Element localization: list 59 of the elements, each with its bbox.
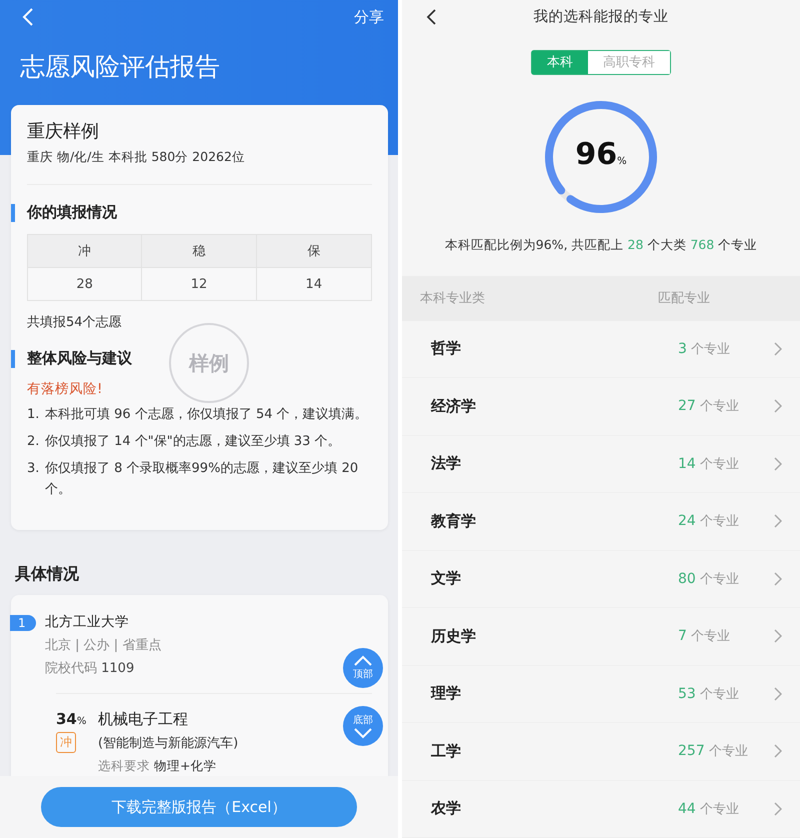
caret-down-icon: [353, 728, 373, 739]
category-row[interactable]: 历史学 7 个专业: [402, 608, 800, 666]
caret-up-icon: [353, 655, 373, 666]
category-row[interactable]: 经济学 27 个专业: [402, 378, 800, 436]
category-row[interactable]: 法学 14 个专业: [402, 436, 800, 494]
category-row[interactable]: 理学 53 个专业: [402, 666, 800, 724]
summary-text: 本科匹配比例为96%, 共匹配上 28 个大类 768 个专业: [444, 236, 758, 254]
category-row[interactable]: 哲学 3 个专业: [402, 320, 800, 378]
chevron-icon: [774, 686, 782, 701]
school-code: 院校代码 1109: [45, 660, 136, 677]
chevron-icon: [774, 399, 782, 414]
advice-text: 你仅填报了 8 个录取概率99%的志愿，建议至少填 20 个。: [45, 460, 360, 499]
item-number: 1.: [27, 406, 40, 424]
item-number: 2.: [27, 433, 40, 451]
column-header: 本科专业类: [420, 290, 485, 308]
advice-text: 本科批可填 96 个志愿，你仅填报了 54 个，建议填满。: [45, 406, 368, 424]
chevron-icon: [774, 514, 782, 528]
section-marker: [11, 350, 15, 368]
share-link[interactable]: 分享: [354, 8, 384, 26]
chevron-icon: [774, 629, 782, 644]
index-badge: 1: [10, 615, 36, 631]
item-number: 3.: [27, 460, 40, 478]
chevron-icon: [774, 802, 782, 816]
school-tags: 北京 | 公办 | 省重点: [45, 636, 162, 654]
column-header: 匹配专业: [658, 290, 710, 308]
sample-stamp: 样例: [169, 323, 249, 403]
probability: 34%: [56, 710, 88, 728]
school-name: 北方工业大学: [45, 613, 130, 631]
subject-requirement: 选科要求 物理+化学: [98, 758, 218, 775]
category-row[interactable]: 教育学 24 个专业: [402, 493, 800, 551]
category-row[interactable]: 农学 44 个专业: [402, 780, 800, 838]
advice-text: 你仅填报了 14 个"保"的志愿，建议至少填 33 个。: [45, 433, 341, 451]
table-header: 保: [256, 235, 371, 268]
chevron-icon: [774, 744, 782, 758]
chevron-icon: [774, 572, 782, 586]
table-cell: 28: [28, 268, 142, 300]
back-icon[interactable]: [426, 9, 436, 25]
section-heading: 你的填报情况: [27, 203, 117, 222]
risk-warning: 有落榜风险!: [27, 380, 104, 398]
page-title: 志愿风险评估报告: [20, 51, 221, 83]
chevron-icon: [774, 456, 782, 471]
total-text: 共填报54个志愿: [27, 314, 123, 331]
profile-name: 重庆样例: [27, 120, 100, 143]
category-row[interactable]: 工学 257 个专业: [402, 723, 800, 781]
table-cell-text: 14: [304, 276, 324, 294]
profile-detail: 重庆 物/化/生 本科批 580分 20262位: [27, 149, 246, 166]
table-header: 冲: [28, 235, 142, 268]
major-note: (智能制造与新能源汽车): [98, 735, 238, 752]
page-title: 我的选科能报的专业: [534, 8, 668, 26]
section-heading: 具体情况: [15, 564, 80, 585]
category-row[interactable]: 文学 80 个专业: [402, 550, 800, 608]
table-header: 稳: [142, 235, 257, 268]
table-cell: 12: [142, 268, 257, 300]
match-percent: 96%: [574, 136, 628, 172]
section-marker: [11, 204, 15, 222]
major-name: 机械电子工程: [98, 710, 189, 729]
tier-badge: 冲: [56, 732, 76, 753]
section-heading: 整体风险与建议: [27, 349, 132, 368]
chevron-icon: [774, 342, 782, 356]
